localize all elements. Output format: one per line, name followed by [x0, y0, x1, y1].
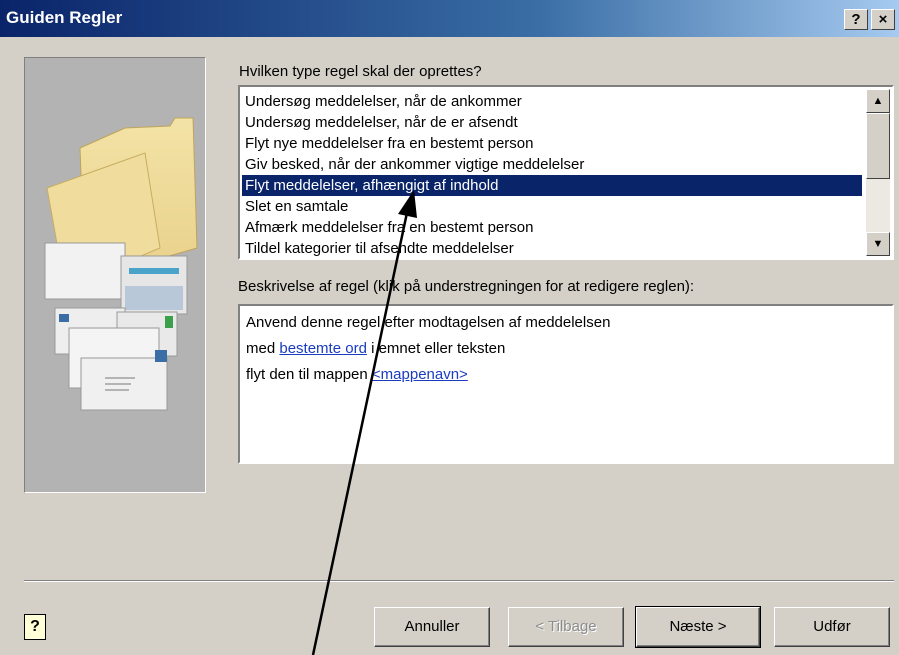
rule-type-item[interactable]: Slet en samtale	[242, 196, 862, 217]
title-close-button[interactable]: ×	[871, 9, 895, 30]
specific-words-link[interactable]: bestemte ord	[279, 340, 367, 357]
rule-type-item[interactable]: Undersøg meddelelser, når de ankommer	[242, 91, 862, 112]
description-line-3-prefix: flyt den til mappen	[246, 366, 372, 383]
scroll-up-arrow-icon[interactable]: ▲	[866, 89, 890, 113]
help-icon[interactable]: ?	[24, 614, 46, 640]
finish-button[interactable]: Udfør	[774, 607, 890, 647]
title-bar: Guiden Regler ? ×	[0, 0, 899, 37]
description-line-3: flyt den til mappen <mappenavn>	[246, 366, 468, 383]
back-button[interactable]: < Tilbage	[508, 607, 624, 647]
rule-type-item-selected[interactable]: Flyt meddelelser, afhængigt af indhold	[242, 175, 862, 196]
next-button[interactable]: Næste >	[635, 606, 761, 648]
rule-type-label: Hvilken type regel skal der oprettes?	[239, 63, 482, 80]
description-label: Beskrivelse af regel (klik på understreg…	[238, 278, 695, 295]
window-title: Guiden Regler	[6, 8, 123, 27]
folder-envelopes-icon	[44, 117, 198, 411]
rule-type-items: Undersøg meddelelser, når de ankommer Un…	[242, 91, 862, 258]
rule-type-item[interactable]: Afmærk meddelelser fra en bestemt person	[242, 217, 862, 238]
title-help-button[interactable]: ?	[844, 9, 868, 30]
description-line-1: Anvend denne regel efter modtagelsen af …	[246, 314, 611, 331]
rule-description-box: Anvend denne regel efter modtagelsen af …	[238, 304, 894, 464]
rule-type-item[interactable]: Tildel kategorier til afsendte meddelels…	[242, 238, 862, 258]
scroll-down-arrow-icon[interactable]: ▼	[866, 232, 890, 256]
wizard-illustration	[24, 57, 206, 493]
rule-type-item[interactable]: Flyt nye meddelelser fra en bestemt pers…	[242, 133, 862, 154]
rule-type-listbox[interactable]: Undersøg meddelelser, når de ankommer Un…	[238, 85, 894, 260]
divider	[24, 580, 894, 582]
rule-type-item[interactable]: Undersøg meddelelser, når de er afsendt	[242, 112, 862, 133]
description-line-2: med bestemte ord i emnet eller teksten	[246, 340, 505, 357]
description-line-2-prefix: med	[246, 340, 280, 357]
rule-type-scrollbar[interactable]: ▲ ▼	[866, 89, 890, 256]
scroll-thumb[interactable]	[866, 113, 890, 179]
description-line-2-suffix: i emnet eller teksten	[366, 340, 506, 357]
rule-type-item[interactable]: Giv besked, når der ankommer vigtige med…	[242, 154, 862, 175]
folder-name-link[interactable]: <mappenavn>	[372, 366, 468, 383]
cancel-button[interactable]: Annuller	[374, 607, 490, 647]
rules-wizard-window: Guiden Regler ? × Hvilken type regel ska…	[0, 0, 899, 655]
